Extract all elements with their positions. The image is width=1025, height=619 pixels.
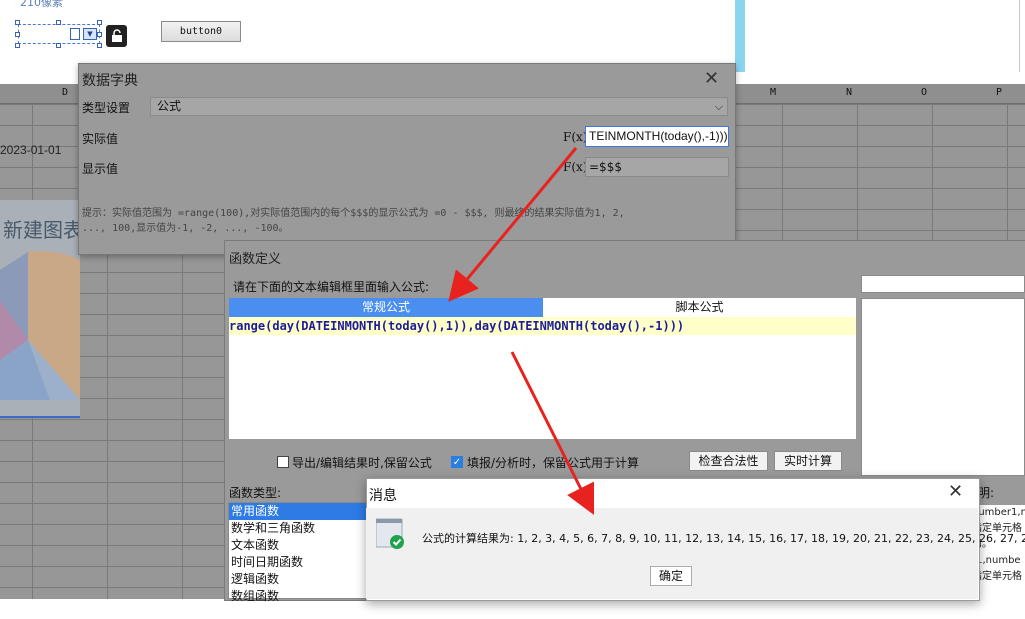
arrow-to-formula (448, 147, 578, 302)
annotation-arrows (448, 147, 595, 516)
arrow-to-result (510, 351, 595, 516)
